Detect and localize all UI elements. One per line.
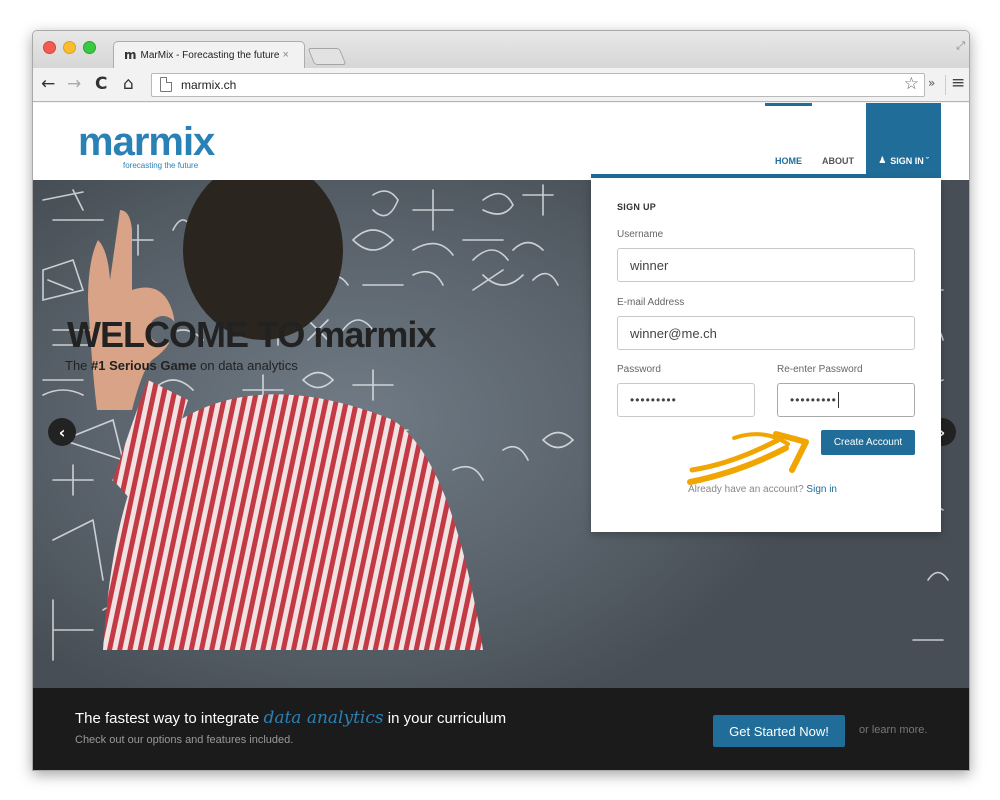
tab-strip: m MarMix - Forecasting the future × ⤢ xyxy=(33,31,969,68)
browser-toolbar: ← → C ⌂ marmix.ch ☆ » ≡ xyxy=(33,68,969,102)
hamburger-menu-icon[interactable]: ≡ xyxy=(951,73,965,93)
get-started-button[interactable]: Get Started Now! xyxy=(713,715,845,747)
address-bar[interactable]: marmix.ch ☆ xyxy=(151,73,925,97)
username-input[interactable]: winner xyxy=(617,248,915,282)
user-icon: ♟ xyxy=(878,156,887,166)
forward-arrow-icon[interactable]: → xyxy=(67,74,81,94)
create-account-button[interactable]: Create Account xyxy=(821,430,915,455)
password-input[interactable]: ••••••••• xyxy=(617,383,755,417)
email-label: E-mail Address xyxy=(617,297,685,308)
email-input[interactable]: winner@me.ch xyxy=(617,316,915,350)
tab-close-icon[interactable]: × xyxy=(282,49,288,61)
url-text: marmix.ch xyxy=(181,78,237,92)
cta-subtitle: Check out our options and features inclu… xyxy=(75,734,294,746)
hero-subtitle: The #1 Serious Game on data analytics xyxy=(65,358,298,373)
page-icon xyxy=(160,77,172,92)
logo-tagline: forecasting the future xyxy=(123,161,199,170)
fullscreen-icon[interactable]: ⤢ xyxy=(956,39,965,53)
hero-title: WELCOME TO marmix xyxy=(67,314,436,355)
close-window-button[interactable] xyxy=(43,41,56,54)
site-logo[interactable]: marmix forecasting the future xyxy=(78,120,215,170)
site-header: marmix forecasting the future HOME ABOUT… xyxy=(33,103,969,180)
browser-window: m MarMix - Forecasting the future × ⤢ ← … xyxy=(32,30,970,771)
back-arrow-icon[interactable]: ← xyxy=(41,74,55,94)
cta-title: The fastest way to integrate data analyt… xyxy=(75,708,507,728)
extensions-overflow-icon[interactable]: » xyxy=(928,76,935,90)
bookmark-star-icon[interactable]: ☆ xyxy=(904,74,919,94)
text-caret xyxy=(837,392,839,408)
reload-icon[interactable]: C xyxy=(95,74,107,94)
repassword-input[interactable]: ••••••••• xyxy=(777,383,915,417)
nav-home[interactable]: HOME xyxy=(765,103,812,180)
learn-more-link[interactable]: or learn more. xyxy=(859,724,927,736)
username-label: Username xyxy=(617,229,664,240)
carousel-prev-button[interactable]: ‹ xyxy=(48,418,76,446)
main-nav: HOME ABOUT ♟ SIGN IN ˇ xyxy=(765,103,941,180)
browser-tab-active[interactable]: m MarMix - Forecasting the future × xyxy=(113,41,305,68)
tab-title: MarMix - Forecasting the future xyxy=(140,49,280,61)
toolbar-divider xyxy=(945,75,946,95)
web-page: marmix forecasting the future HOME ABOUT… xyxy=(33,103,969,770)
chevron-down-icon: ˇ xyxy=(925,156,929,166)
cta-bar: The fastest way to integrate data analyt… xyxy=(33,688,969,770)
annotation-arrow-icon xyxy=(687,431,809,485)
minimize-window-button[interactable] xyxy=(63,41,76,54)
new-tab-button[interactable] xyxy=(307,48,347,65)
password-label: Password xyxy=(617,364,661,375)
logo-wordmark: marmix xyxy=(78,120,215,164)
repassword-label: Re-enter Password xyxy=(777,364,863,375)
home-icon[interactable]: ⌂ xyxy=(123,74,134,94)
signup-title: SIGN UP xyxy=(617,202,657,212)
nav-about[interactable]: ABOUT xyxy=(812,103,864,180)
m-logo-icon: m xyxy=(124,48,137,62)
person-illustration xyxy=(88,180,483,650)
zoom-window-button[interactable] xyxy=(83,41,96,54)
nav-sign-in[interactable]: ♟ SIGN IN ˇ xyxy=(866,103,941,180)
